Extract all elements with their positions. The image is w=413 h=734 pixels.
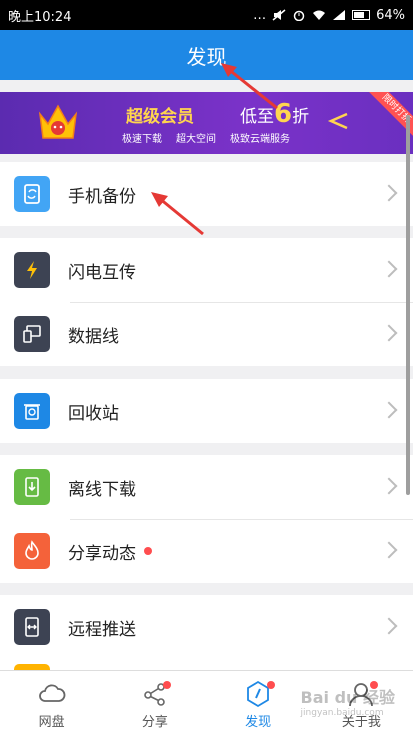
phone-backup-icon — [14, 176, 50, 212]
menu-item-label: 数据线 — [68, 326, 119, 347]
arrow-decoration-icon — [327, 112, 348, 130]
chevron-right-icon — [380, 184, 398, 202]
chevron-right-icon — [380, 401, 398, 419]
status-time: 晚上10:24 — [8, 9, 72, 25]
vip-feature: 极致云端服务 — [230, 134, 290, 145]
menu-item-data-cable[interactable]: 数据线 — [0, 302, 413, 366]
vip-banner[interactable]: 超级会员 低至6折 极速下载 超大空间 极致云端服务 限时打折 — [0, 92, 413, 154]
menu-item-label: 回收站 — [68, 403, 119, 424]
tab-label: 网盘 — [38, 715, 65, 730]
cloud-icon — [38, 684, 66, 702]
watermark-text: Bai du 经验 — [300, 688, 395, 707]
watermark-sub: jingyan.baidu.com — [300, 708, 384, 718]
chevron-right-icon — [380, 541, 398, 559]
mute-icon — [272, 9, 286, 21]
chevron-right-icon — [380, 617, 398, 635]
page-title: 发现 — [186, 44, 227, 69]
flame-icon — [14, 533, 50, 569]
section-recycle: 回收站 — [0, 379, 413, 443]
data-cable-icon — [14, 316, 50, 352]
chevron-right-icon — [380, 260, 398, 278]
vip-feature: 极速下载 — [122, 134, 162, 145]
discount-number: 6 — [274, 99, 293, 129]
scrollbar[interactable] — [406, 115, 410, 495]
tab-label: 分享 — [141, 715, 168, 730]
menu-item-share-feed[interactable]: 分享动态 — [0, 519, 413, 583]
chevron-right-icon — [380, 477, 398, 495]
signal-icon — [333, 10, 346, 20]
tab-label: 发现 — [245, 715, 272, 730]
menu-item-label: 离线下载 — [68, 479, 136, 500]
tab-netdisk[interactable]: 网盘 — [0, 671, 103, 734]
section-remote: 远程推送 — [0, 595, 413, 670]
discount-prefix: 低至 — [240, 107, 274, 127]
vip-discount: 低至6折 — [240, 99, 310, 129]
tab-share[interactable]: 分享 — [103, 671, 206, 734]
more-icon: … — [253, 7, 267, 23]
crown-icon — [38, 104, 78, 139]
menu-item-label: 手机备份 — [68, 186, 136, 207]
menu-item-label: 远程推送 — [68, 619, 136, 640]
vip-features: 极速下载 超大空间 极致云端服务 — [122, 130, 290, 145]
status-icons: … 64% — [253, 8, 405, 23]
vip-feature: 超大空间 — [176, 134, 216, 145]
battery-icon — [352, 10, 371, 20]
section-transfer: 闪电互传 数据线 — [0, 238, 413, 366]
section-backup: 手机备份 — [0, 162, 413, 226]
battery-level: 64% — [376, 7, 405, 23]
menu-item-recycle-bin[interactable]: 回收站 — [0, 379, 413, 443]
tab-discover[interactable]: 发现 — [207, 671, 310, 734]
alarm-icon — [293, 10, 305, 21]
menu-item-phone-backup[interactable]: 手机备份 — [0, 162, 413, 226]
wifi-icon — [313, 10, 326, 20]
menu-item-remote-push[interactable]: 远程推送 — [0, 595, 413, 659]
status-bar: 晚上10:24 … 64% — [0, 0, 413, 30]
menu-item-label: 闪电互传 — [68, 262, 136, 283]
offline-download-icon — [14, 469, 50, 505]
menu-item-offline-download[interactable]: 离线下载 — [0, 455, 413, 519]
discount-suffix: 折 — [292, 107, 310, 127]
recycle-bin-icon — [14, 393, 50, 429]
notification-badge — [266, 681, 275, 689]
watermark: Bai du 经验 jingyan.baidu.com — [301, 684, 395, 718]
page-header: 发现 — [0, 30, 413, 80]
menu-item-flash-transfer[interactable]: 闪电互传 — [0, 238, 413, 302]
vip-title: 超级会员 — [126, 107, 194, 127]
remote-push-icon — [14, 609, 50, 645]
chevron-right-icon — [380, 324, 398, 342]
notification-badge — [163, 681, 172, 689]
lightning-icon — [14, 252, 50, 288]
menu-item-label: 分享动态 — [68, 543, 136, 564]
section-download: 离线下载 分享动态 — [0, 455, 413, 583]
notification-badge — [144, 547, 152, 555]
